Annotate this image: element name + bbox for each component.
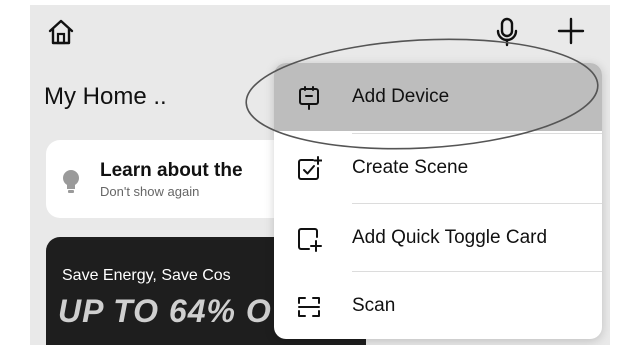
promo-headline: Save Energy, Save Cos <box>62 267 231 284</box>
app-screen: My Home .. Learn about the Don't show ag… <box>30 5 610 345</box>
menu-item-label: Add Device <box>352 86 450 107</box>
learn-card-title: Learn about the <box>100 160 243 181</box>
menu-item-add-device[interactable]: Add Device <box>274 63 602 131</box>
dont-show-again-link[interactable]: Don't show again <box>100 184 199 199</box>
device-icon <box>299 86 319 110</box>
screenshot-frame: My Home .. Learn about the Don't show ag… <box>0 0 632 362</box>
menu-item-scan[interactable]: Scan <box>274 272 602 339</box>
menu-item-label: Add Quick Toggle Card <box>352 227 548 248</box>
scan-icon <box>298 297 320 317</box>
scene-icon <box>298 156 322 180</box>
add-menu-dropdown: Add Device Create Scene Add Quick Toggle… <box>274 63 602 339</box>
home-icon[interactable] <box>46 17 76 47</box>
plus-icon[interactable] <box>556 16 586 46</box>
top-bar <box>30 5 610 57</box>
menu-item-add-quick-toggle-card[interactable]: Add Quick Toggle Card <box>274 204 602 272</box>
promo-offer: UP TO 64% O <box>58 293 272 329</box>
microphone-icon[interactable] <box>492 16 522 48</box>
lightbulb-icon <box>63 170 79 193</box>
home-selector[interactable]: My Home .. <box>44 83 167 111</box>
menu-item-create-scene[interactable]: Create Scene <box>274 134 602 202</box>
menu-item-label: Create Scene <box>352 157 469 178</box>
menu-item-label: Scan <box>352 295 396 316</box>
add-card-icon <box>298 228 322 252</box>
